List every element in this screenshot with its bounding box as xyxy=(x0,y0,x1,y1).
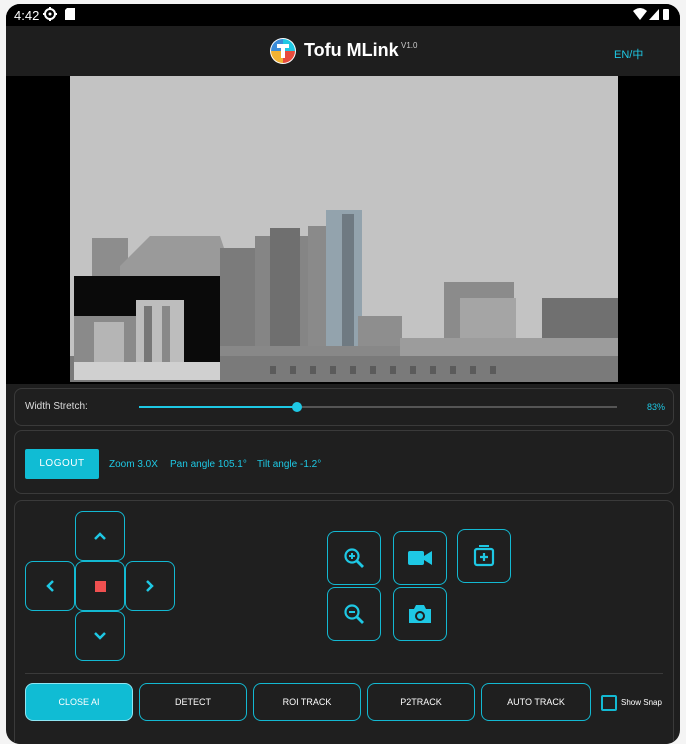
status-bar: 4:42 xyxy=(6,4,680,26)
stop-button[interactable] xyxy=(75,561,125,611)
show-snap-checkbox[interactable] xyxy=(601,695,617,711)
stop-icon xyxy=(94,580,106,592)
auto-track-button[interactable]: AUTO TRACK xyxy=(481,683,591,721)
logout-button[interactable]: LOGOUT xyxy=(25,449,99,479)
chevron-left-icon xyxy=(46,580,54,592)
zoom-out-button[interactable] xyxy=(327,587,381,641)
gear-icon xyxy=(43,7,57,21)
width-stretch-label: Width Stretch: xyxy=(25,401,88,412)
tilt-angle-readout: Tilt angle -1.2° xyxy=(257,459,322,470)
pan-up-button[interactable] xyxy=(75,511,125,561)
roi-track-button[interactable]: ROI TRACK xyxy=(253,683,361,721)
close-ai-button[interactable]: CLOSE AI xyxy=(25,683,133,721)
wifi-icon xyxy=(633,8,647,20)
signal-icon xyxy=(649,9,659,20)
pan-angle-readout: Pan angle 105.1° xyxy=(170,459,247,470)
camera-feed xyxy=(70,76,618,382)
camera-icon xyxy=(409,605,431,623)
zoom-readout: Zoom 3.0X xyxy=(109,459,158,470)
pan-left-button[interactable] xyxy=(25,561,75,611)
app-title: Tofu MLink xyxy=(304,40,399,60)
camera-info-panel: LOGOUT Zoom 3.0X Pan angle 105.1° Tilt a… xyxy=(14,430,674,494)
show-snap-label: Show Snap xyxy=(621,698,662,707)
app-version: V1.0 xyxy=(401,41,418,50)
p2track-button[interactable]: P2TRACK xyxy=(367,683,475,721)
zoom-out-icon xyxy=(344,604,364,624)
app-logo xyxy=(270,38,296,64)
chevron-down-icon xyxy=(94,632,106,640)
battery-icon xyxy=(663,9,669,20)
status-time: 4:42 xyxy=(14,8,40,23)
record-video-button[interactable] xyxy=(393,531,447,585)
width-stretch-slider[interactable] xyxy=(139,402,617,412)
slider-thumb[interactable] xyxy=(291,402,302,412)
language-toggle[interactable]: EN/中 xyxy=(614,46,643,62)
app-frame: 4:42 Tofu MLink V1.0 EN/中 Width Stretch:… xyxy=(6,4,680,744)
video-camera-icon xyxy=(408,551,432,565)
detect-button[interactable]: DETECT xyxy=(139,683,247,721)
add-frame-icon xyxy=(473,545,495,567)
app-header: Tofu MLink V1.0 EN/中 xyxy=(6,26,680,76)
divider xyxy=(25,673,663,674)
zoom-in-icon xyxy=(344,548,364,568)
width-stretch-panel: Width Stretch: 83% xyxy=(14,388,674,426)
thermal-overlay-image xyxy=(74,276,220,380)
zoom-in-button[interactable] xyxy=(327,531,381,585)
chevron-right-icon xyxy=(146,580,154,592)
video-view[interactable] xyxy=(6,76,680,384)
sd-card-icon xyxy=(65,8,75,20)
width-stretch-value: 83% xyxy=(646,402,665,412)
chevron-up-icon xyxy=(94,532,106,540)
take-photo-button[interactable] xyxy=(393,587,447,641)
snapshot-frame-button[interactable] xyxy=(457,529,511,583)
pan-right-button[interactable] xyxy=(125,561,175,611)
control-panel: CLOSE AI DETECT ROI TRACK P2TRACK AUTO T… xyxy=(14,500,674,744)
pan-down-button[interactable] xyxy=(75,611,125,661)
status-icons xyxy=(633,8,669,20)
slider-fill xyxy=(139,406,297,408)
